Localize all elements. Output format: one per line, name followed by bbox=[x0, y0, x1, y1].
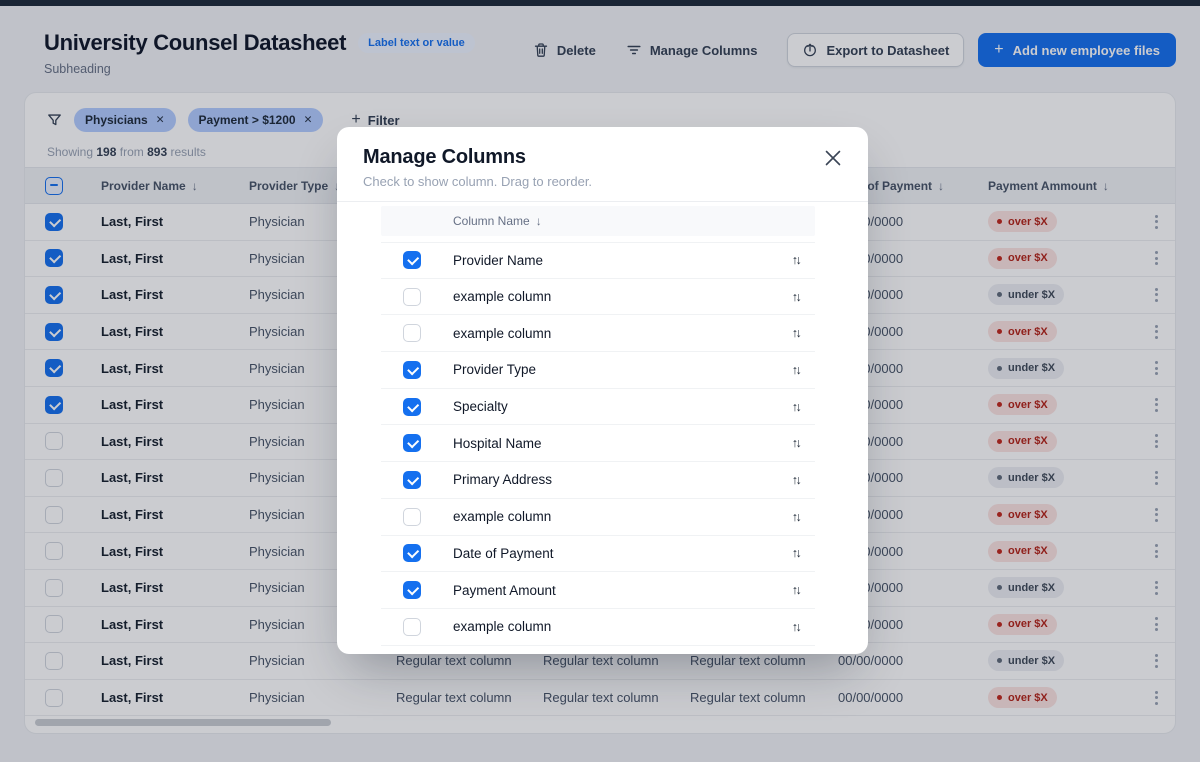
modal-column-item: Provider Type ↑↓ bbox=[381, 352, 815, 389]
column-visibility-checkbox[interactable] bbox=[403, 288, 421, 306]
reorder-handle-icon[interactable]: ↑↓ bbox=[792, 253, 803, 267]
sort-down-icon: ↓ bbox=[536, 214, 542, 228]
column-item-label: Provider Name bbox=[453, 253, 779, 268]
reorder-handle-icon[interactable]: ↑↓ bbox=[792, 620, 803, 634]
reorder-handle-icon[interactable]: ↑↓ bbox=[792, 326, 803, 340]
modal-list-header-label: Column Name bbox=[453, 214, 530, 228]
modal-title: Manage Columns bbox=[363, 145, 842, 169]
modal-column-item: example column ↑↓ bbox=[381, 279, 815, 316]
column-visibility-checkbox[interactable] bbox=[403, 581, 421, 599]
column-visibility-checkbox[interactable] bbox=[403, 324, 421, 342]
column-visibility-checkbox[interactable] bbox=[403, 618, 421, 636]
manage-columns-modal: Manage Columns Check to show column. Dra… bbox=[337, 127, 868, 654]
reorder-handle-icon[interactable]: ↑↓ bbox=[792, 436, 803, 450]
column-visibility-checkbox[interactable] bbox=[403, 361, 421, 379]
reorder-handle-icon[interactable]: ↑↓ bbox=[792, 473, 803, 487]
column-item-label: example column bbox=[453, 289, 779, 304]
modal-column-item: example column ↑↓ bbox=[381, 609, 815, 646]
column-item-label: Primary Address bbox=[453, 472, 779, 487]
modal-subtitle: Check to show column. Drag to reorder. bbox=[363, 173, 842, 190]
modal-column-item: Payment Amount ↑↓ bbox=[381, 572, 815, 609]
column-item-label: Date of Payment bbox=[453, 546, 779, 561]
column-item-label: example column bbox=[453, 326, 779, 341]
modal-close-button[interactable] bbox=[818, 143, 848, 173]
column-item-label: example column bbox=[453, 509, 779, 524]
modal-list-items: Provider Name ↑↓ example column ↑↓ examp… bbox=[381, 242, 815, 646]
modal-column-item: Specialty ↑↓ bbox=[381, 389, 815, 426]
reorder-handle-icon[interactable]: ↑↓ bbox=[792, 400, 803, 414]
modal-column-item: Date of Payment ↑↓ bbox=[381, 536, 815, 573]
modal-header: Manage Columns Check to show column. Dra… bbox=[337, 127, 868, 202]
modal-column-item: Provider Name ↑↓ bbox=[381, 242, 815, 279]
modal-column-item: Primary Address ↑↓ bbox=[381, 462, 815, 499]
column-visibility-checkbox[interactable] bbox=[403, 434, 421, 452]
column-item-label: Provider Type bbox=[453, 362, 779, 377]
reorder-handle-icon[interactable]: ↑↓ bbox=[792, 546, 803, 560]
reorder-handle-icon[interactable]: ↑↓ bbox=[792, 583, 803, 597]
modal-column-item: Hospital Name ↑↓ bbox=[381, 425, 815, 462]
reorder-handle-icon[interactable]: ↑↓ bbox=[792, 510, 803, 524]
modal-list-header[interactable]: Column Name ↓ bbox=[381, 206, 815, 236]
column-item-label: Payment Amount bbox=[453, 583, 779, 598]
column-visibility-checkbox[interactable] bbox=[403, 471, 421, 489]
modal-column-list: Column Name ↓ Provider Name ↑↓ example c… bbox=[381, 206, 815, 646]
column-item-label: example column bbox=[453, 619, 779, 634]
column-visibility-checkbox[interactable] bbox=[403, 398, 421, 416]
column-visibility-checkbox[interactable] bbox=[403, 508, 421, 526]
column-item-label: Hospital Name bbox=[453, 436, 779, 451]
close-icon bbox=[820, 145, 846, 171]
modal-column-item: example column ↑↓ bbox=[381, 499, 815, 536]
column-visibility-checkbox[interactable] bbox=[403, 544, 421, 562]
reorder-handle-icon[interactable]: ↑↓ bbox=[792, 290, 803, 304]
reorder-handle-icon[interactable]: ↑↓ bbox=[792, 363, 803, 377]
column-item-label: Specialty bbox=[453, 399, 779, 414]
modal-column-item: example column ↑↓ bbox=[381, 315, 815, 352]
column-visibility-checkbox[interactable] bbox=[403, 251, 421, 269]
